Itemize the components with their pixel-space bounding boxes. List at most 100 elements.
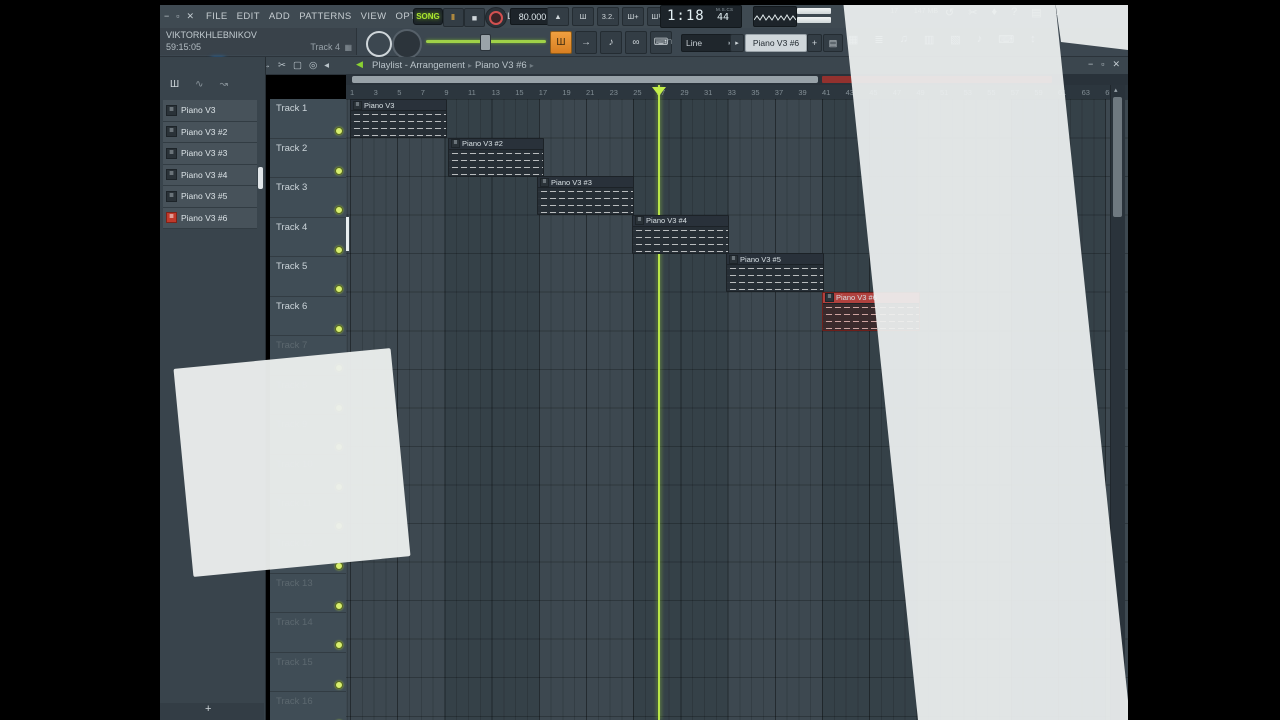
ruler-bar-number: 33 (727, 88, 736, 97)
close-button[interactable]: ✕ (186, 11, 194, 21)
pattern-label: Piano V3 #2 (181, 126, 228, 137)
automation-tab-icon[interactable]: ↝ (220, 79, 228, 90)
pattern-clip[interactable]: ≣ Piano V3 #2 (448, 137, 544, 177)
master-pitch-knob[interactable] (392, 29, 422, 59)
scroll-up-icon[interactable]: ▴ (1114, 86, 1118, 94)
minimize-button[interactable]: − (164, 11, 169, 21)
restore-button[interactable]: ▫ (176, 11, 179, 21)
vscroll-thumb[interactable] (1113, 97, 1122, 217)
pattern-clip[interactable]: ≣ Piano V3 #5 (726, 253, 824, 293)
snap-value: Line (686, 38, 703, 48)
metronome-icon[interactable]: ▲ (547, 7, 569, 26)
track-header[interactable]: Track 1 (270, 99, 346, 139)
pause-button[interactable]: ‖ (443, 8, 464, 27)
song-mode-button[interactable]: SONG (413, 8, 443, 25)
track-header[interactable]: Track 5 (270, 257, 346, 297)
zoom-tool-icon[interactable]: ◎ (309, 58, 317, 73)
track-header[interactable]: Track 3 (270, 178, 346, 218)
pattern-clip[interactable]: ≣ Piano V3 (350, 99, 447, 138)
clip-name-label: Piano V3 (364, 100, 395, 110)
ruler-bar-number: 41 (822, 88, 831, 97)
track-header[interactable]: Track 14 (270, 613, 346, 653)
mixer-button[interactable]: ▤ (823, 34, 843, 52)
clip-note-preview (449, 149, 543, 176)
playlist-close-button[interactable]: ✕ (1112, 59, 1120, 69)
track-mute-led[interactable] (335, 680, 343, 689)
record-button[interactable] (485, 7, 507, 28)
track-mute-led[interactable] (335, 285, 343, 294)
stop-button[interactable]: ■ (464, 8, 485, 27)
hscroll-thumb[interactable] (352, 76, 818, 83)
ruler-bar-number: 25 (633, 88, 642, 97)
typing-to-piano-icon[interactable]: Ш+ (622, 7, 644, 26)
pattern-fx-button[interactable]: Ш (550, 31, 572, 54)
memory-meter-bar (797, 17, 831, 23)
time-main-value: 1:18 (667, 8, 705, 24)
playback-tool-icon[interactable]: ◂ (324, 58, 329, 73)
clip-name-label: Piano V3 #5 (740, 254, 781, 264)
add-pattern-button[interactable]: + (807, 34, 822, 52)
track-mute-led[interactable] (335, 166, 343, 175)
slice-tool-icon[interactable]: ✂ (278, 58, 286, 73)
playlist-minimize-button[interactable]: − (1088, 59, 1093, 69)
wait-for-input-icon[interactable]: Ш (572, 7, 594, 26)
pattern-selector[interactable]: Piano V3 #6 (745, 34, 807, 52)
track-name-label: Track 3 (276, 182, 308, 194)
pattern-list-item[interactable]: ≣ Piano V3 #6 (163, 207, 257, 229)
pattern-list-item[interactable]: ≣ Piano V3 #2 (163, 121, 257, 143)
track-header[interactable]: Track 4 (270, 218, 346, 258)
slide-note-button[interactable]: ♪ (600, 31, 622, 54)
pattern-list-item[interactable]: ≣ Piano V3 (163, 100, 257, 122)
countdown-icon[interactable]: 3.2. (597, 7, 619, 26)
pattern-list-item[interactable]: ≣ Piano V3 #4 (163, 164, 257, 186)
letterbox-left (0, 0, 160, 720)
ruler-bar-number: 17 (538, 88, 548, 97)
shuffle-knob[interactable] (366, 31, 392, 57)
clip-header: ≣ Piano V3 #3 (538, 177, 633, 189)
patterns-tab-icon[interactable]: Ш (170, 79, 179, 90)
pattern-list: ≣ Piano V3 ≣ Piano V3 #2 ≣ Piano V3 #3 ≣ Piano … (163, 100, 257, 229)
track-header[interactable]: Track 16 (270, 692, 346, 720)
menu-item-add[interactable]: ADD (269, 11, 290, 22)
track-mute-led[interactable] (335, 601, 343, 610)
clip-header: ≣ Piano V3 (351, 100, 446, 111)
link-button[interactable]: ∞ (625, 31, 647, 54)
track-mute-led[interactable] (335, 206, 343, 215)
pattern-prev-button[interactable]: ▸ (730, 34, 744, 52)
menu-item-file[interactable]: FILE (206, 11, 228, 22)
fl-studio-screenshot: −▫✕ FILEEDITADDPATTERNSVIEWOPTIONSTOOLSH… (0, 0, 1280, 720)
pause-icon: ‖ (451, 13, 456, 22)
snap-selector[interactable]: Line ▸ (681, 34, 737, 52)
track-mute-led[interactable] (335, 641, 343, 650)
playhead-marker[interactable] (652, 87, 666, 96)
track-mute-led[interactable] (335, 324, 343, 333)
menu-item-patterns[interactable]: PATTERNS (299, 11, 351, 22)
track-mute-led[interactable] (335, 127, 343, 135)
breadcrumb[interactable]: Playlist - Arrangement ▸ Piano V3 #6 ▸ (372, 60, 537, 71)
menu-item-edit[interactable]: EDIT (237, 11, 260, 22)
audio-tab-icon[interactable]: ∿ (195, 79, 203, 90)
track-header[interactable]: Track 15 (270, 653, 346, 693)
playlist-restore-button[interactable]: ▫ (1101, 59, 1104, 69)
clip-note-preview (351, 111, 446, 137)
track-mute-led[interactable] (335, 245, 343, 254)
track-header[interactable]: Track 13 (270, 574, 346, 614)
select-tool-icon[interactable]: ▢ (293, 58, 302, 73)
pattern-clip[interactable]: ≣ Piano V3 #4 (632, 214, 729, 254)
track-header[interactable]: Track 2 (270, 139, 346, 179)
add-pattern-plus-button[interactable]: + (205, 703, 211, 715)
pattern-label: Piano V3 #3 (181, 148, 228, 159)
master-volume-thumb[interactable] (480, 34, 491, 51)
pattern-list-item[interactable]: ≣ Piano V3 #5 (163, 186, 257, 208)
pattern-list-item[interactable]: ≣ Piano V3 #3 (163, 143, 257, 165)
step-edit-button[interactable]: → (575, 31, 597, 54)
menu-item-view[interactable]: VIEW (361, 11, 387, 22)
ruler-bar-number: 29 (680, 88, 689, 97)
ruler-bar-number: 1 (350, 88, 355, 97)
track-header[interactable]: Track 6 (270, 297, 346, 337)
pattern-clip[interactable]: ≣ Piano V3 #3 (537, 176, 634, 216)
ruler-bar-number: 35 (751, 88, 760, 97)
picker-scrollbar[interactable] (258, 167, 263, 189)
cpu-meter-bar (797, 8, 831, 14)
stop-icon: ■ (471, 12, 478, 23)
